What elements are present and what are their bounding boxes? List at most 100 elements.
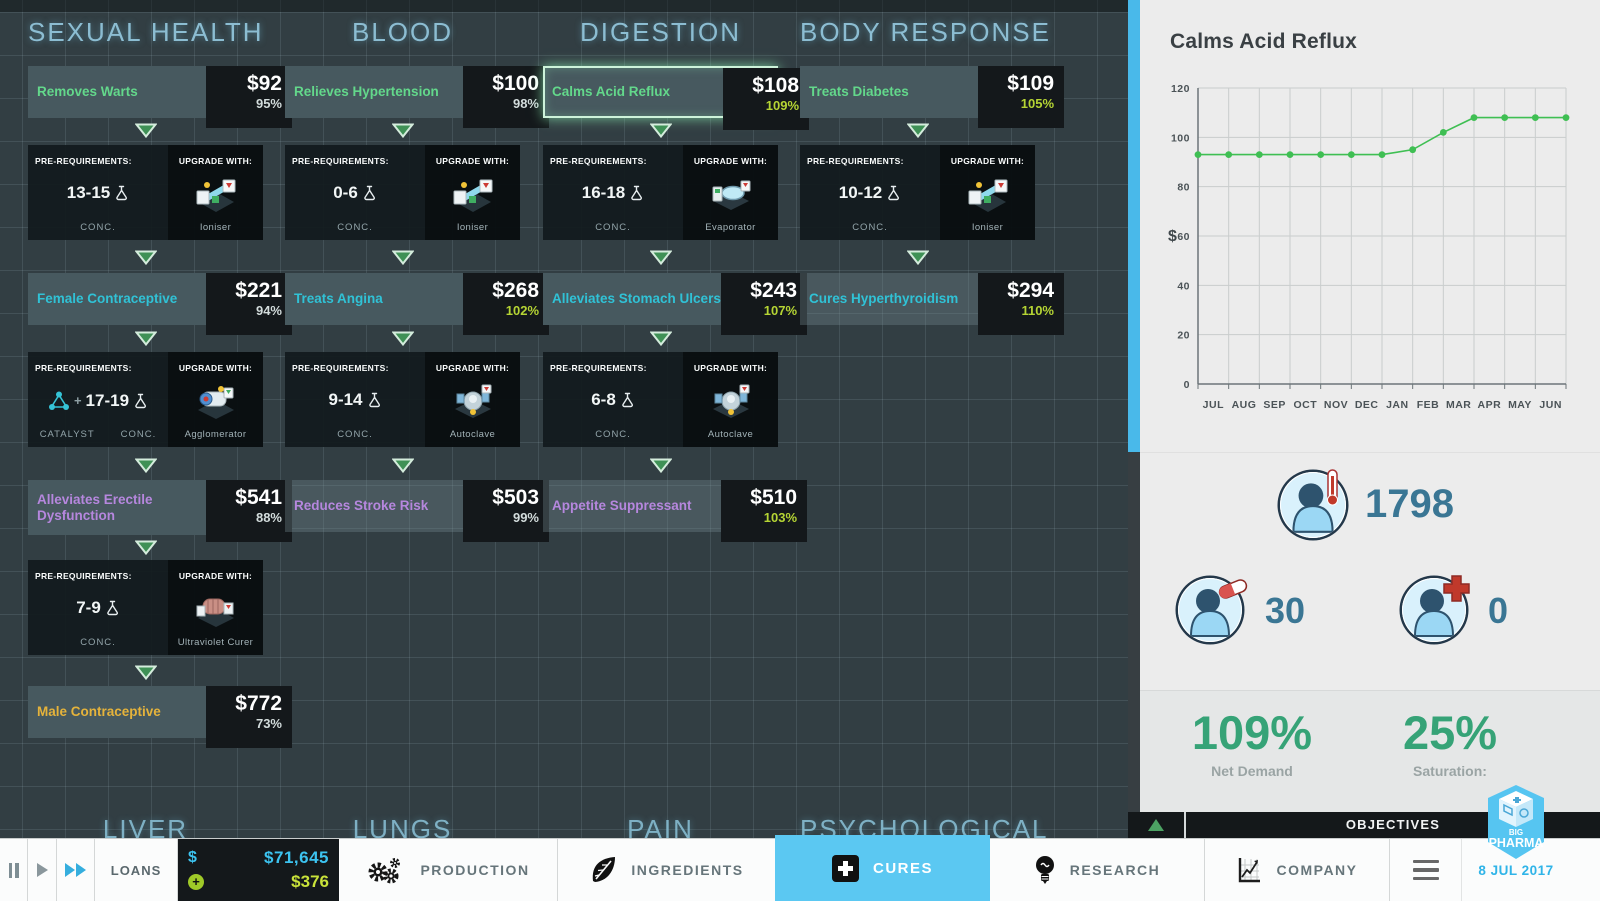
plus-separator: + [73, 393, 82, 408]
cure-demand-percent: 107% [763, 303, 797, 319]
upgrade-label: UPGRADE WITH: [178, 363, 253, 373]
flask-icon [631, 185, 643, 201]
cure-detail-panel: Calms Acid Reflux 0 20 40 60 80 100 120 JUL AUG S… [1140, 0, 1600, 900]
cure-demand-percent: 98% [512, 96, 539, 112]
cure-demand-percent: 88% [255, 510, 282, 526]
cure-card-treats-diabetes[interactable]: Treats Diabetes $109 105% [800, 66, 1064, 128]
prereq-box: PRE-REQUIREMENTS: 16-18 CONC. UPGRADE WI… [543, 145, 778, 240]
conc-label: CONC. [120, 429, 157, 440]
arrow-down-icon [392, 458, 413, 473]
cure-price: $772 [235, 692, 282, 715]
game-date: 8 JUL 2017 [1478, 863, 1554, 878]
cure-card-alleviates-stomach-ulcers[interactable]: Alleviates Stomach Ulcers $243 107% [543, 273, 807, 335]
cure-card-reduces-stroke-risk[interactable]: Reduces Stroke Risk $503 99% [285, 480, 549, 542]
machine-ultraviolet-curer-icon [196, 598, 234, 628]
cure-name: Alleviates Erectile Dysfunction [37, 491, 153, 523]
cure-card-calms-acid-reflux-selected[interactable]: Calms Acid Reflux $108 109% [543, 66, 809, 130]
fast-forward-button[interactable] [57, 839, 95, 901]
section-divider [1140, 452, 1600, 453]
cure-price: $510 [750, 486, 797, 509]
category-column-sexual-health: SEXUAL HEALTH Removes Warts $92 95% PRE-… [28, 0, 292, 900]
tab-company[interactable]: COMPANY [1205, 839, 1390, 901]
concentration-range: 9-14 [328, 390, 363, 409]
prereq-box: PRE-REQUIREMENTS: 7-9 CONC. UPGRADE WITH… [28, 560, 263, 655]
machine-name: Ioniser [456, 222, 489, 233]
play-button[interactable] [28, 839, 57, 901]
flask-icon [363, 185, 375, 201]
svg-text:0: 0 [1184, 379, 1190, 391]
cure-card-cures-hyperthyroidism[interactable]: Cures Hyperthyroidism $294 110% [800, 273, 1064, 335]
conc-label: CONC. [80, 637, 116, 648]
cure-card-removes-warts[interactable]: Removes Warts $92 95% [28, 66, 292, 128]
prereq-label: PRE-REQUIREMENTS: [292, 156, 389, 166]
treated-patients-stat [1178, 578, 1248, 642]
cure-price: $294 [1007, 279, 1054, 302]
svg-text:MAR: MAR [1446, 399, 1471, 411]
cure-price: $221 [235, 279, 282, 302]
flask-icon [621, 392, 633, 408]
cures-tree-area: SEXUAL HEALTH Removes Warts $92 95% PRE-… [0, 0, 1128, 900]
tab-label: RESEARCH [1069, 862, 1161, 878]
svg-text:NOV: NOV [1324, 399, 1348, 411]
svg-text:JAN: JAN [1386, 399, 1409, 411]
tab-research[interactable]: RESEARCH [990, 839, 1205, 901]
concentration-range: 10-12 [838, 183, 883, 202]
cure-price: $541 [235, 486, 282, 509]
upgrade-label: UPGRADE WITH: [693, 156, 768, 166]
big-pharma-logo: BIG PHARMA [1477, 785, 1555, 900]
patient-avatar [1178, 578, 1242, 642]
scrollbar-thumb[interactable] [1128, 0, 1140, 452]
flask-icon [135, 393, 147, 408]
conc-label: CONC. [80, 222, 116, 233]
conc-label: CONC. [852, 222, 888, 233]
upgrade-label: UPGRADE WITH: [435, 156, 510, 166]
svg-text:OCT: OCT [1293, 399, 1317, 411]
svg-text:APR: APR [1477, 399, 1501, 411]
catalyst-icon [48, 390, 70, 411]
machine-ioniser-icon [194, 175, 238, 215]
arrow-down-icon [650, 123, 671, 138]
prereq-box: PRE-REQUIREMENTS: 0-6 CONC. UPGRADE WITH… [285, 145, 520, 240]
tab-ingredients[interactable]: INGREDIENTS [558, 839, 775, 901]
svg-text:100: 100 [1171, 132, 1190, 144]
patient-avatar [1280, 472, 1346, 538]
machine-agglomerator-icon [197, 385, 234, 420]
loans-button[interactable]: LOANS [95, 839, 178, 901]
cure-card-relieves-hypertension[interactable]: Relieves Hypertension $100 98% [285, 66, 549, 128]
cure-card-female-contraceptive[interactable]: Female Contraceptive $221 94% [28, 273, 292, 335]
menu-button[interactable] [1390, 839, 1462, 901]
cure-price: $503 [492, 486, 539, 509]
concentration-range: 6-8 [591, 390, 616, 409]
scrollbar-track[interactable] [1128, 0, 1140, 812]
cures-plus-icon [831, 854, 859, 882]
machine-ioniser-icon [966, 175, 1010, 215]
company-chart-icon [1239, 858, 1261, 883]
cure-demand-percent: 105% [1020, 96, 1054, 112]
cure-card-male-contraceptive[interactable]: Male Contraceptive $772 73% [28, 686, 292, 748]
machine-name: Autoclave [707, 429, 754, 440]
sick-patients-count: 1798 [1365, 482, 1454, 526]
tab-cures-active[interactable]: CURES [775, 835, 990, 901]
flask-icon [116, 185, 128, 201]
cure-card-alleviates-erectile-dysfunction[interactable]: Alleviates Erectile Dysfunction $541 88% [28, 480, 292, 542]
arrow-down-icon [650, 250, 671, 265]
cure-demand-percent: 94% [255, 303, 282, 319]
objectives-expand-button[interactable] [1128, 812, 1186, 838]
tab-label: PRODUCTION [420, 862, 530, 878]
upgrade-label: UPGRADE WITH: [693, 363, 768, 373]
cure-card-appetite-suppressant[interactable]: Appetite Suppressant $510 103% [543, 480, 807, 542]
category-header: DIGESTION [579, 17, 741, 47]
tab-label: INGREDIENTS [631, 862, 744, 878]
cure-card-treats-angina[interactable]: Treats Angina $268 102% [285, 273, 549, 335]
prereq-label: PRE-REQUIREMENTS: [35, 571, 132, 581]
arrow-down-icon [135, 458, 156, 473]
prereq-box: PRE-REQUIREMENTS: 9-14 CONC. UPGRADE WIT… [285, 352, 520, 447]
price-history-chart: 0 20 40 60 80 100 120 JUL AUG SEP OCT NOV DEC JAN FEB M… [1168, 83, 1570, 411]
concentration-range: 0-6 [333, 183, 358, 202]
pause-button[interactable] [0, 839, 28, 901]
arrow-down-icon [907, 123, 928, 138]
net-demand-label: Net Demand [1211, 763, 1293, 779]
tab-production[interactable]: PRODUCTION [339, 839, 558, 901]
cash-balance: $71,645 [264, 848, 329, 867]
arrow-down-icon [135, 250, 156, 265]
